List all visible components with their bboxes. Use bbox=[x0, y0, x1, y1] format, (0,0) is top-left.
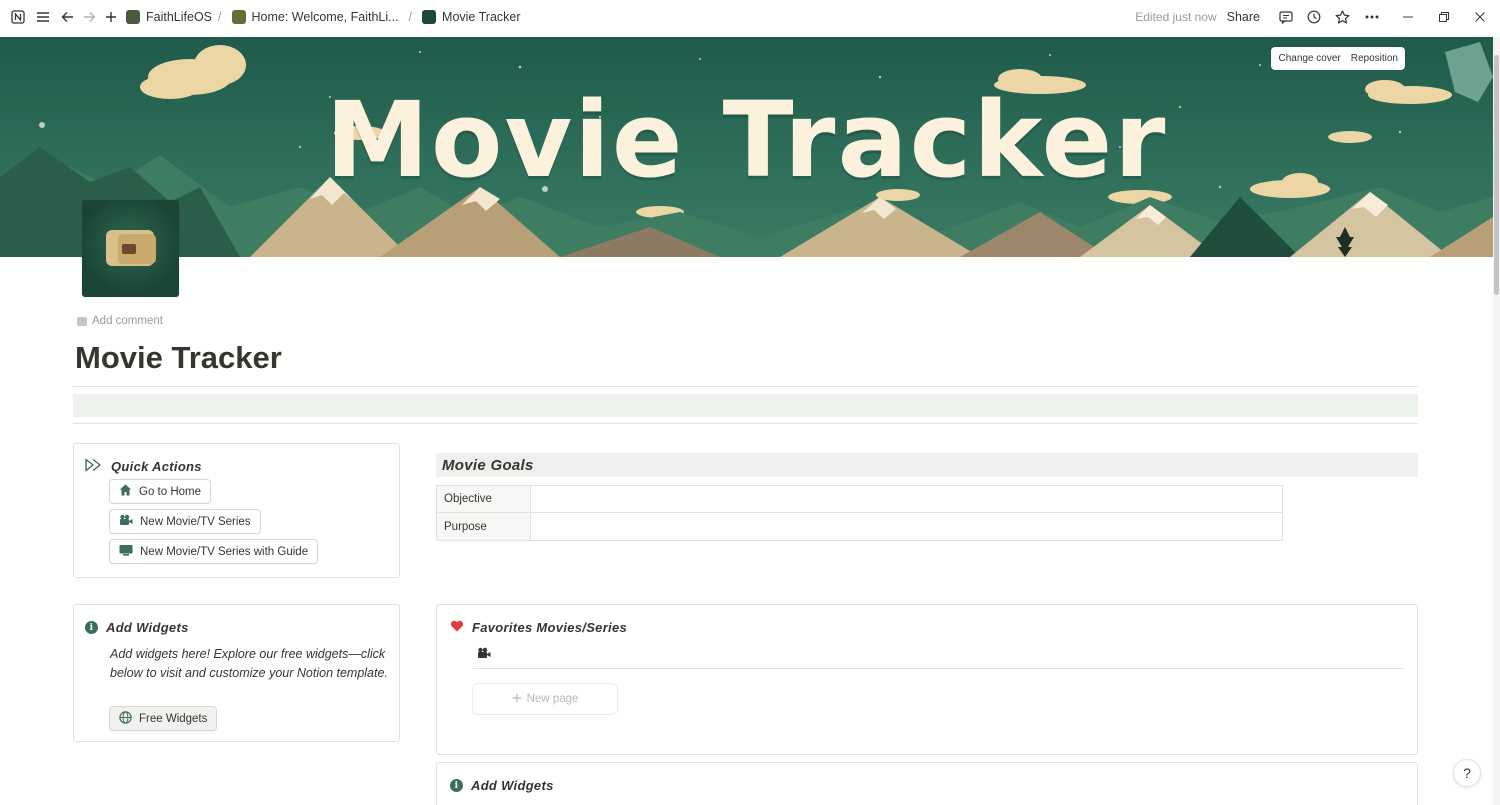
add-widgets-card: i Add Widgets bbox=[436, 762, 1418, 805]
plus-icon bbox=[512, 693, 522, 706]
favorites-header: Favorites Movies/Series bbox=[450, 620, 627, 635]
quick-actions-header: Quick Actions bbox=[85, 458, 202, 475]
comment-icon bbox=[77, 316, 87, 326]
add-widgets-header: i Add Widgets bbox=[85, 620, 189, 635]
add-comment-button[interactable]: Add comment bbox=[77, 315, 163, 327]
top-bar-actions: Edited just now Share bbox=[1135, 0, 1500, 34]
window-close-icon[interactable] bbox=[1462, 0, 1498, 34]
back-arrow-icon[interactable] bbox=[56, 6, 78, 28]
add-widgets-header: i Add Widgets bbox=[450, 778, 554, 793]
more-options-icon[interactable] bbox=[1358, 3, 1386, 31]
breadcrumb-item[interactable]: Movie Tracker bbox=[418, 10, 525, 24]
movie-goals-heading: Movie Goals bbox=[436, 453, 1418, 477]
purpose-value-cell[interactable] bbox=[531, 513, 1282, 540]
favorite-star-icon[interactable] bbox=[1328, 3, 1356, 31]
cover-title-text: Movie Tracker bbox=[325, 79, 1168, 201]
help-button[interactable]: ? bbox=[1453, 759, 1481, 787]
free-widgets-button[interactable]: Free Widgets bbox=[109, 706, 218, 731]
workspace-icon bbox=[126, 10, 140, 24]
tv-icon bbox=[119, 544, 133, 559]
cover-image: Movie Tracker Change cover Reposition bbox=[0, 37, 1493, 257]
objective-label: Objective bbox=[437, 486, 531, 512]
purpose-label: Purpose bbox=[437, 513, 531, 540]
add-widgets-description: Add widgets here! Explore our free widge… bbox=[110, 647, 388, 680]
scrollbar-thumb[interactable] bbox=[1494, 55, 1499, 295]
share-button[interactable]: Share bbox=[1227, 10, 1260, 24]
fast-forward-icon bbox=[85, 458, 103, 475]
movie-tracker-page-icon bbox=[422, 10, 437, 24]
help-question-icon: ? bbox=[1463, 765, 1471, 781]
window-restore-icon[interactable] bbox=[1426, 0, 1462, 34]
goals-table: Objective Purpose bbox=[436, 485, 1283, 541]
edited-status: Edited just now bbox=[1135, 10, 1217, 24]
heart-icon bbox=[450, 620, 464, 635]
window-minimize-icon[interactable] bbox=[1390, 0, 1426, 34]
go-to-home-button[interactable]: Go to Home bbox=[109, 479, 211, 504]
add-widgets-card: i Add Widgets Add widgets here! Explore … bbox=[73, 604, 400, 742]
callout-band bbox=[73, 394, 1418, 417]
menu-icon[interactable] bbox=[32, 6, 54, 28]
new-tab-plus-icon[interactable] bbox=[100, 6, 122, 28]
history-clock-icon[interactable] bbox=[1300, 3, 1328, 31]
cover-controls: Change cover Reposition bbox=[1271, 47, 1405, 70]
forward-arrow-icon[interactable] bbox=[78, 6, 100, 28]
quick-actions-card: Quick Actions Go to Home New Movie/TV Se… bbox=[73, 443, 400, 578]
info-icon: i bbox=[450, 779, 463, 792]
breadcrumb-item[interactable]: FaithLifeOS bbox=[122, 10, 216, 24]
camera-icon bbox=[119, 514, 133, 529]
breadcrumb-separator: / bbox=[408, 10, 413, 24]
new-movie-series-button[interactable]: New Movie/TV Series bbox=[109, 509, 261, 534]
movie-goals-section: Movie Goals Objective Purpose bbox=[436, 453, 1418, 541]
top-bar: FaithLifeOS / Home: Welcome, FaithLi... … bbox=[0, 0, 1500, 34]
page-title[interactable]: Movie Tracker bbox=[75, 340, 282, 376]
table-row: Purpose bbox=[437, 513, 1282, 540]
page-icon[interactable] bbox=[82, 200, 179, 297]
breadcrumb-separator: / bbox=[218, 10, 222, 24]
home-icon bbox=[119, 484, 132, 499]
objective-value-cell[interactable] bbox=[531, 486, 1282, 512]
favorites-card: Favorites Movies/Series New page bbox=[436, 604, 1418, 755]
reposition-button[interactable]: Reposition bbox=[1346, 49, 1403, 68]
comments-icon[interactable] bbox=[1272, 3, 1300, 31]
notion-logo-icon[interactable] bbox=[7, 6, 29, 28]
table-row: Objective bbox=[437, 486, 1282, 513]
new-page-button[interactable]: New page bbox=[472, 683, 618, 715]
globe-icon bbox=[119, 710, 132, 727]
home-page-icon bbox=[231, 10, 246, 24]
breadcrumb-item[interactable]: Home: Welcome, FaithLi... bbox=[228, 10, 403, 24]
change-cover-button[interactable]: Change cover bbox=[1273, 49, 1345, 68]
gallery-divider bbox=[473, 668, 1404, 669]
info-icon: i bbox=[85, 621, 98, 634]
divider bbox=[73, 386, 1418, 387]
new-movie-series-with-guide-button[interactable]: New Movie/TV Series with Guide bbox=[109, 539, 319, 564]
film-icon bbox=[122, 244, 136, 254]
camera-icon bbox=[477, 647, 491, 662]
divider bbox=[73, 423, 1418, 424]
